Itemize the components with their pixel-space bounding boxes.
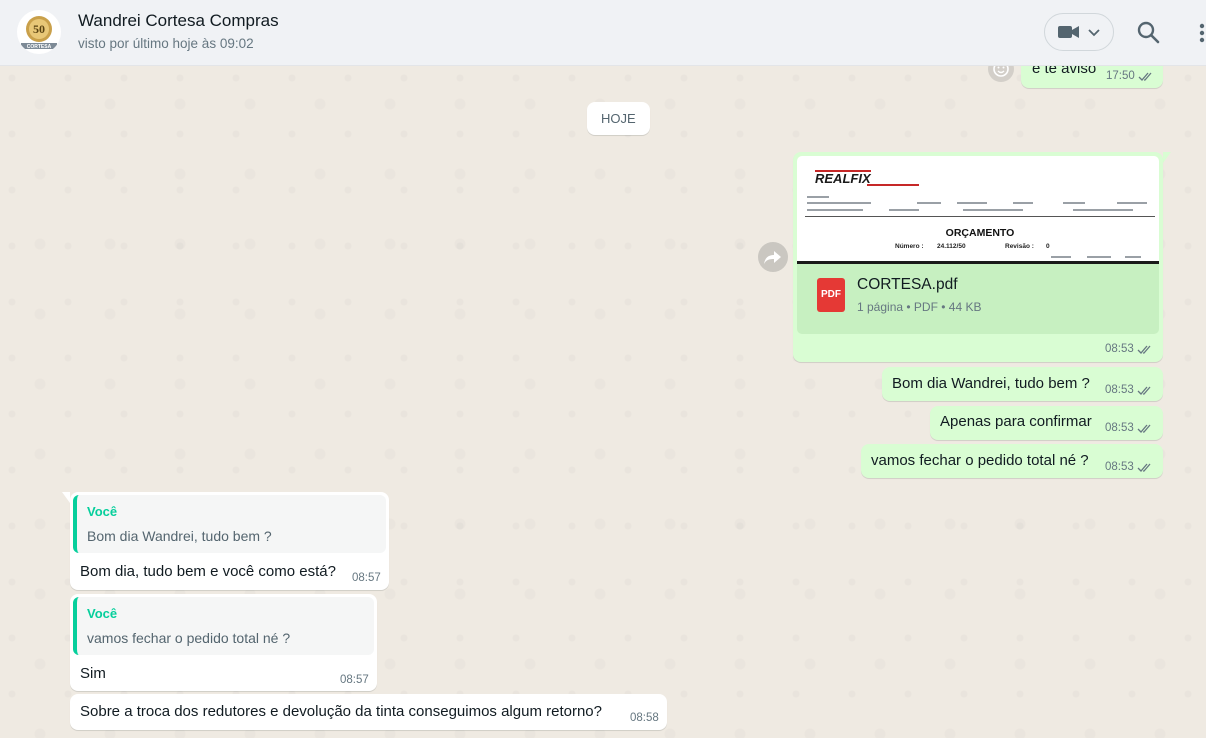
avatar-badge: 50 (33, 22, 45, 36)
date-separator: HOJE (587, 102, 650, 135)
message-text: e te aviso (1032, 66, 1097, 77)
message-bubble-outgoing[interactable]: e te aviso 17:50 (1021, 66, 1163, 88)
message-text: Bom dia Wandrei, tudo bem ? (892, 375, 1090, 392)
avatar-logo-icon: 50 CORTESA (21, 16, 57, 50)
message-bubble-incoming[interactable]: Você vamos fechar o pedido total né ? Si… (70, 594, 377, 691)
quoted-message[interactable]: Você Bom dia Wandrei, tudo bem ? (73, 495, 386, 553)
quote-author: Você (87, 606, 118, 621)
quote-text: Bom dia Wandrei, tudo bem ? (87, 528, 272, 544)
contact-name[interactable]: Wandrei Cortesa Compras (78, 11, 279, 31)
message-meta: 08:53 (1105, 384, 1154, 396)
kebab-menu-icon (1199, 23, 1205, 43)
document-file-row[interactable]: PDF CORTESA.pdf 1 página • PDF • 44 KB (797, 264, 1159, 334)
forward-button[interactable] (758, 242, 788, 272)
search-icon (1137, 21, 1160, 44)
message-meta: 08:57 (340, 674, 369, 686)
double-check-icon (1137, 463, 1151, 472)
quote-text: vamos fechar o pedido total né ? (87, 630, 291, 646)
video-call-button[interactable] (1044, 13, 1114, 51)
message-time: 08:58 (630, 712, 659, 724)
search-button[interactable] (1134, 18, 1164, 48)
contact-avatar[interactable]: 50 CORTESA (17, 10, 61, 54)
preview-number: 24.112/50 (937, 243, 966, 250)
message-meta: 17:50 (1106, 70, 1155, 82)
document-preview[interactable]: REALFIX ORÇAMENTO Número : 24.112/50 Rev… (797, 156, 1159, 264)
message-text: Bom dia, tudo bem e você como está? (80, 563, 336, 580)
message-meta: 08:53 (1105, 422, 1154, 434)
message-time: 08:53 (1105, 422, 1134, 434)
file-name: CORTESA.pdf (857, 276, 958, 293)
message-time: 08:53 (1105, 461, 1134, 473)
message-text: Sobre a troca dos redutores e devolução … (80, 703, 602, 720)
bubble-tail (62, 492, 70, 503)
preview-number-label: Número : (895, 243, 924, 250)
forward-arrow-icon (764, 251, 781, 264)
message-time: 08:57 (340, 674, 369, 686)
document-thumbnail: REALFIX ORÇAMENTO Número : 24.112/50 Rev… (797, 170, 1159, 264)
last-seen-status: visto por último hoje às 09:02 (78, 36, 254, 51)
menu-button[interactable] (1192, 18, 1206, 48)
file-info: 1 página • PDF • 44 KB (857, 300, 982, 314)
quoted-message[interactable]: Você vamos fechar o pedido total né ? (73, 597, 374, 655)
message-time: 08:53 (1105, 384, 1134, 396)
preview-brand: REALFIX (815, 171, 872, 186)
quote-author: Você (87, 504, 118, 519)
react-emoji-button[interactable] (988, 66, 1014, 82)
message-meta: 08:57 (352, 572, 381, 584)
message-time: 08:57 (352, 572, 381, 584)
double-check-icon (1137, 424, 1151, 433)
message-text: vamos fechar o pedido total né ? (871, 452, 1089, 469)
preview-title: ORÇAMENTO (946, 227, 1015, 239)
message-bubble-outgoing[interactable]: Bom dia Wandrei, tudo bem ? 08:53 (882, 367, 1163, 401)
double-check-icon (1138, 72, 1152, 81)
message-bubble-outgoing[interactable]: Apenas para confirmar 08:53 (930, 406, 1163, 440)
message-time: 08:53 (1105, 343, 1134, 355)
avatar-label: CORTESA (27, 44, 52, 50)
message-bubble-incoming[interactable]: Sobre a troca dos redutores e devolução … (70, 694, 667, 730)
double-check-icon (1137, 345, 1151, 354)
preview-revision: 0 (1046, 243, 1050, 250)
document-message[interactable]: REALFIX ORÇAMENTO Número : 24.112/50 Rev… (793, 152, 1163, 362)
message-meta: 08:53 (1105, 461, 1154, 473)
pdf-file-icon: PDF (817, 278, 845, 312)
bubble-tail (1163, 152, 1171, 163)
message-text: Sim (80, 665, 106, 682)
preview-revision-label: Revisão : (1005, 243, 1034, 250)
message-bubble-outgoing[interactable]: vamos fechar o pedido total né ? 08:53 (861, 444, 1163, 478)
message-meta: 08:53 (1105, 343, 1154, 355)
chat-header: 50 CORTESA Wandrei Cortesa Compras visto… (0, 0, 1206, 66)
message-bubble-incoming[interactable]: Você Bom dia Wandrei, tudo bem ? Bom dia… (70, 492, 389, 590)
message-text: Apenas para confirmar (940, 413, 1092, 430)
chevron-down-icon (1088, 29, 1100, 37)
message-list[interactable]: e te aviso 17:50 HOJE REALFIX ORÇAMENTO … (0, 66, 1206, 738)
video-camera-icon (1058, 26, 1100, 38)
message-meta: 08:58 (630, 712, 659, 724)
message-time: 17:50 (1106, 70, 1135, 82)
smiley-icon (993, 66, 1009, 77)
double-check-icon (1137, 386, 1151, 395)
